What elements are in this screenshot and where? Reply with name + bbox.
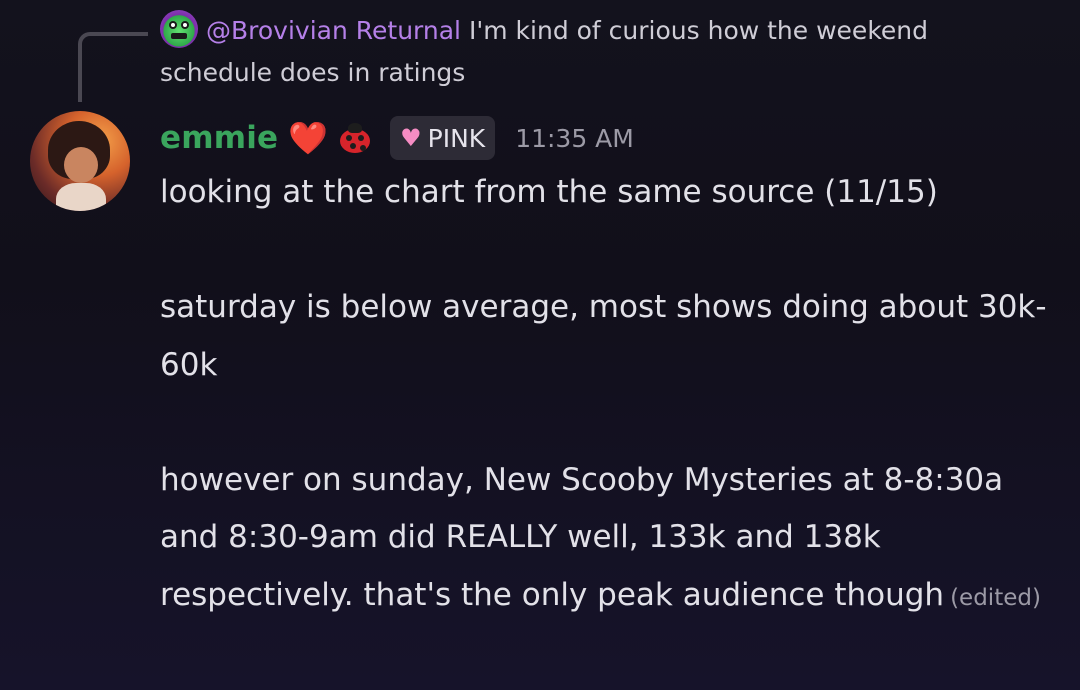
pink-heart-icon: ♥: [400, 124, 422, 152]
reply-preview[interactable]: @Brovivian Returnal I'm kind of curious h…: [160, 10, 1040, 94]
heart-icon: ❤️: [288, 119, 329, 157]
reply-connector: [78, 32, 148, 102]
message-paragraph: however on sunday, New Scooby Mysteries …: [160, 461, 1013, 613]
chat-message: @Brovivian Returnal I'm kind of curious h…: [0, 0, 1080, 690]
message-paragraph: saturday is below average, most shows do…: [160, 289, 1047, 383]
green-alien-avatar-icon[interactable]: [160, 10, 198, 48]
paragraph-spacer: [160, 222, 1060, 280]
ladybug-icon: [336, 121, 372, 155]
role-tag[interactable]: ♥ PINK: [390, 116, 496, 160]
message-paragraph: looking at the chart from the same sourc…: [160, 174, 938, 210]
edited-label: (edited): [950, 584, 1041, 611]
role-label: PINK: [427, 123, 486, 153]
paragraph-spacer: [160, 394, 1060, 452]
avatar[interactable]: [30, 111, 130, 211]
message-header: emmie ❤️ ♥ PINK 11:35 AM: [160, 112, 634, 164]
reply-username[interactable]: @Brovivian Returnal: [206, 16, 461, 45]
message-content: looking at the chart from the same sourc…: [160, 164, 1060, 627]
username[interactable]: emmie: [160, 120, 278, 156]
timestamp: 11:35 AM: [515, 123, 634, 153]
